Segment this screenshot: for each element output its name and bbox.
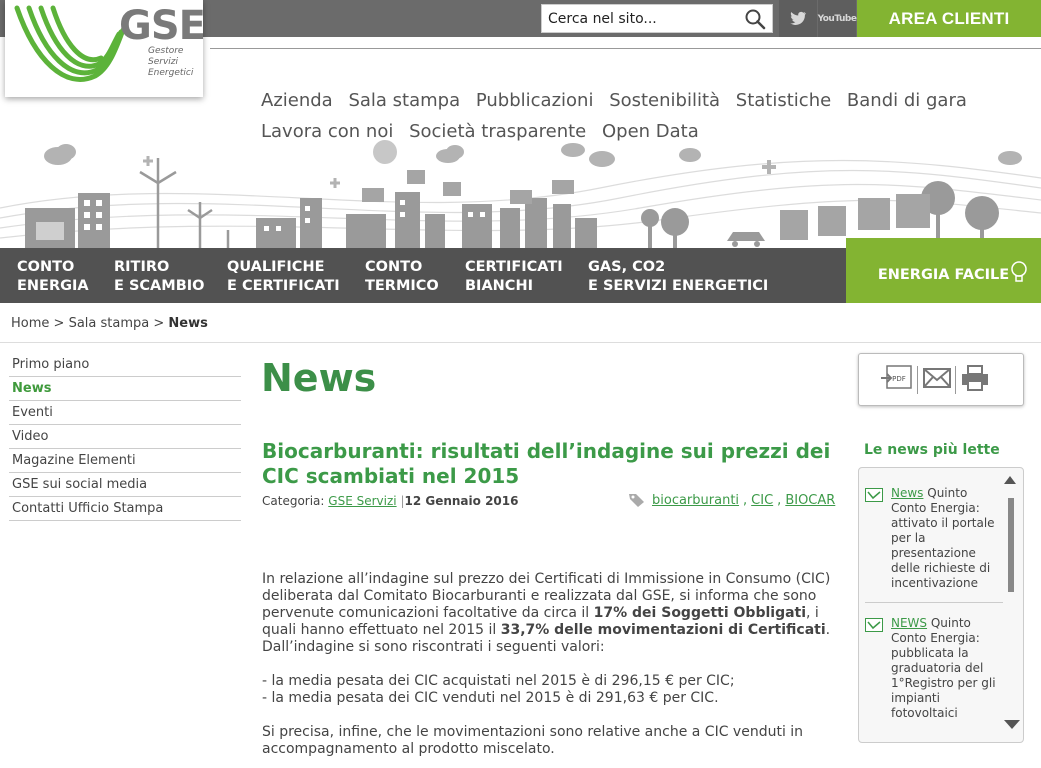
tag-biocarburanti[interactable]: biocarburanti (652, 493, 739, 508)
article-tools: PDF (858, 353, 1024, 406)
scroll-down-icon[interactable] (1004, 720, 1020, 729)
sidebar-item-news[interactable]: News (9, 377, 241, 401)
left-sidebar: Primo piano News Eventi Video Magazine E… (9, 353, 241, 521)
menu-gas-co2[interactable]: GAS, CO2 E SERVIZI ENERGETICI (588, 258, 768, 296)
news-icon (865, 618, 883, 632)
search-input[interactable] (548, 10, 738, 28)
gse-logo[interactable]: GSE Gestore Servizi Energetici (5, 0, 206, 97)
article-tags: biocarburanti, CIC, BIOCAR (628, 492, 835, 508)
pdf-icon[interactable]: PDF (881, 364, 913, 392)
search-box (541, 4, 773, 33)
energia-facile-button[interactable]: ENERGIA FACILE (846, 238, 1041, 303)
tag-cic[interactable]: CIC (751, 493, 773, 508)
search-icon[interactable] (744, 8, 766, 30)
energy-skyline-illustration (0, 140, 1041, 250)
breadcrumb-sala-stampa[interactable]: Sala stampa (69, 316, 150, 331)
article-paragraph: In relazione all’indagine sul prezzo dei… (262, 571, 831, 638)
scrollbar-thumb[interactable] (1008, 498, 1014, 592)
sidebar-item-contatti[interactable]: Contatti Ufficio Stampa (9, 497, 241, 521)
header-divider (210, 48, 1041, 49)
logo-text: GSE (119, 3, 206, 49)
news-link[interactable]: NEWS (891, 616, 927, 630)
category-label: Categoria: (262, 494, 325, 508)
menu-ritiro-e-scambio[interactable]: RITIRO E SCAMBIO (114, 258, 204, 296)
menu-conto-termico[interactable]: CONTO TERMICO (365, 258, 439, 296)
youtube-label: YouTube (817, 13, 857, 24)
most-read-list: News Quinto Conto Energia: attivato il p… (858, 467, 1024, 743)
page-title: News (261, 356, 377, 400)
area-clienti-button[interactable]: AREA CLIENTI (857, 0, 1041, 37)
breadcrumb-separator: > (53, 316, 65, 331)
nav-pubblicazioni[interactable]: Pubblicazioni (476, 90, 594, 111)
email-icon[interactable] (921, 364, 953, 392)
youtube-icon[interactable]: YouTube (817, 0, 857, 37)
tag-icon (629, 494, 644, 507)
news-icon (865, 488, 883, 502)
tool-divider (955, 366, 956, 394)
sidebar-item-magazine[interactable]: Magazine Elementi (9, 449, 241, 473)
nav-bandi-di-gara[interactable]: Bandi di gara (847, 90, 967, 111)
article-paragraph: Si precisa, infine, che le movimentazion… (262, 724, 804, 757)
sidebar-item-video[interactable]: Video (9, 425, 241, 449)
article-date: 12 Gennaio 2016 (404, 494, 519, 508)
lightbulb-icon (1011, 261, 1027, 282)
services-menu: CONTO ENERGIA RITIRO E SCAMBIO QUALIFICHE E… (0, 248, 846, 303)
scroll-up-icon[interactable] (1004, 476, 1016, 484)
breadcrumb-separator: > (153, 316, 165, 331)
twitter-bird-icon (790, 11, 806, 25)
breadcrumb-current: News (168, 316, 208, 331)
menu-certificati-bianchi[interactable]: CERTIFICATI BIANCHI (465, 258, 563, 296)
sidebar-item-eventi[interactable]: Eventi (9, 401, 241, 425)
breadcrumb: Home > Sala stampa > News (11, 316, 208, 331)
list-divider (865, 602, 1003, 603)
news-link[interactable]: News (891, 486, 923, 500)
nav-statistiche[interactable]: Statistiche (736, 90, 831, 111)
article-body: In relazione all’indagine sul prezzo dei… (262, 571, 832, 758)
menu-qualifiche-e-certificati[interactable]: QUALIFICHE E CERTIFICATI (227, 258, 340, 296)
sidebar-item-primo-piano[interactable]: Primo piano (9, 353, 241, 377)
article-list-item: - la media pesata dei CIC acquistati nel… (262, 673, 735, 689)
nav-sala-stampa[interactable]: Sala stampa (348, 90, 460, 111)
breadcrumb-divider (0, 342, 1041, 343)
twitter-icon[interactable] (779, 0, 817, 37)
most-read-title: Le news più lette (864, 442, 1000, 458)
article-paragraph: Dall’indagine si sono riscontrati i segu… (262, 639, 605, 655)
print-icon[interactable] (959, 364, 991, 392)
logo-subtitle: Gestore Servizi Energetici (148, 46, 194, 78)
nav-azienda[interactable]: Azienda (261, 90, 333, 111)
category-link[interactable]: GSE Servizi (328, 494, 396, 508)
article-title: Biocarburanti: risultati dell’indagine s… (262, 439, 831, 488)
breadcrumb-home[interactable]: Home (11, 316, 49, 331)
article-list-item: - la media pesata dei CIC venduti nel 20… (262, 690, 719, 706)
energia-facile-label: ENERGIA FACILE (877, 266, 1010, 283)
tag-biocar[interactable]: BIOCAR (785, 493, 835, 508)
svg-text:PDF: PDF (892, 375, 906, 383)
tool-divider (917, 366, 918, 394)
sidebar-item-social-media[interactable]: GSE sui social media (9, 473, 241, 497)
nav-sostenibilita[interactable]: Sostenibilità (609, 90, 720, 111)
article-meta: Categoria: GSE Servizi |12 Gennaio 2016 (262, 494, 519, 508)
menu-conto-energia[interactable]: CONTO ENERGIA (17, 258, 89, 296)
